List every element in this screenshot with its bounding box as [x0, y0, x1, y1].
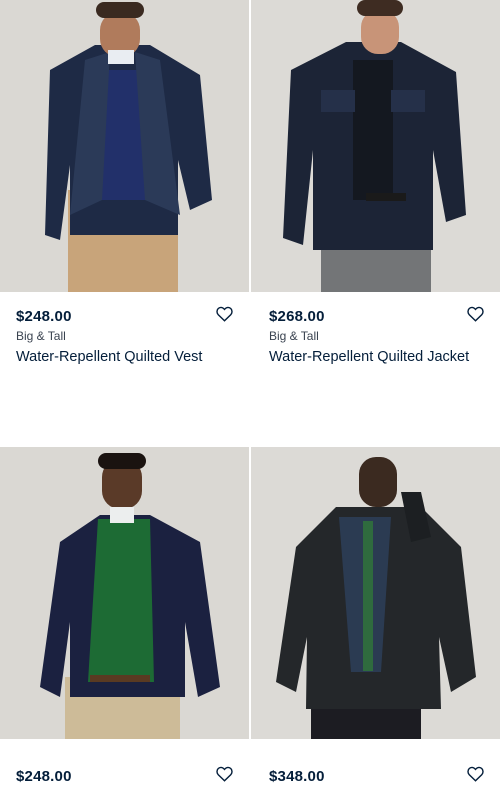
product-price: $248.00 [16, 768, 72, 785]
heart-outline-icon[interactable] [467, 306, 484, 322]
product-card[interactable]: $248.00 [0, 447, 249, 790]
product-image[interactable] [251, 447, 500, 739]
product-price: $268.00 [269, 308, 325, 325]
product-size-range: Big & Tall [269, 329, 319, 343]
product-card[interactable]: $348.00 [251, 447, 500, 790]
product-image[interactable] [0, 0, 249, 292]
product-size-range: Big & Tall [16, 329, 66, 343]
product-grid: $248.00 Big & Tall Water-Repellent Quilt… [0, 0, 500, 790]
product-image[interactable] [251, 0, 500, 292]
product-name[interactable]: Water-Repellent Quilted Vest [16, 347, 231, 367]
heart-outline-icon[interactable] [467, 766, 484, 782]
product-price: $348.00 [269, 768, 325, 785]
product-price: $248.00 [16, 308, 72, 325]
heart-outline-icon[interactable] [216, 306, 233, 322]
product-name[interactable]: Water-Repellent Quilted Jacket [269, 347, 484, 367]
product-image[interactable] [0, 447, 249, 739]
product-card[interactable]: $268.00 Big & Tall Water-Repellent Quilt… [251, 0, 500, 447]
heart-outline-icon[interactable] [216, 766, 233, 782]
product-card[interactable]: $248.00 Big & Tall Water-Repellent Quilt… [0, 0, 249, 447]
